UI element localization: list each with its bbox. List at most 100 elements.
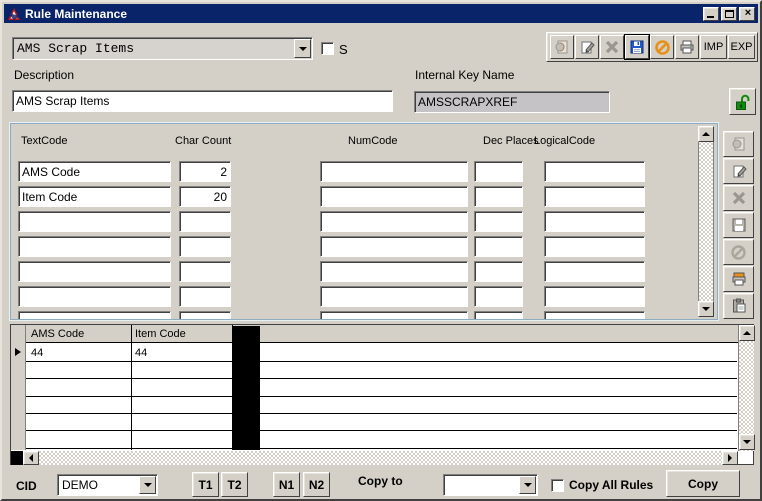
dec-places-input[interactable]: [474, 211, 523, 232]
scroll-down-button[interactable]: [739, 434, 755, 450]
text-code-input[interactable]: [18, 211, 171, 232]
text-code-input[interactable]: [18, 286, 171, 307]
minimize-button[interactable]: [703, 7, 719, 21]
window-title: Rule Maintenance: [25, 7, 127, 21]
char-count-input[interactable]: [179, 161, 231, 182]
titlebar[interactable]: Rule Maintenance ×: [4, 4, 758, 23]
cell-item-code[interactable]: 44: [135, 347, 147, 359]
cid-dropdown-button[interactable]: [139, 476, 156, 494]
save-button[interactable]: [625, 35, 649, 59]
char-count-input[interactable]: [179, 211, 231, 232]
header-char-count: Char Count: [175, 135, 231, 147]
char-count-input[interactable]: [179, 236, 231, 257]
copy-all-rules-checkbox[interactable]: [551, 479, 564, 492]
grid-save-button[interactable]: [723, 212, 754, 238]
scrollbar-track[interactable]: [39, 451, 722, 465]
column-separator: [131, 325, 132, 450]
logical-code-input[interactable]: [544, 161, 645, 182]
description-input[interactable]: [12, 90, 393, 112]
n2-button[interactable]: N2: [303, 472, 330, 497]
cancel-button[interactable]: [650, 35, 674, 59]
delete-button[interactable]: [600, 35, 624, 59]
arrow-up-icon: [743, 331, 751, 335]
text-code-input[interactable]: [18, 261, 171, 282]
copy-to-value: [444, 475, 518, 495]
grid-edit-button[interactable]: [723, 158, 754, 184]
logical-code-input[interactable]: [544, 311, 645, 320]
rule-panel-scrollbar[interactable]: [698, 126, 714, 317]
dec-places-input[interactable]: [474, 236, 523, 257]
copy-button[interactable]: Copy: [666, 470, 740, 497]
internal-key-name-label: Internal Key Name: [415, 68, 514, 82]
side-toolbar: [723, 131, 756, 321]
cid-value: DEMO: [58, 475, 138, 495]
char-count-input[interactable]: [179, 186, 231, 207]
num-code-input[interactable]: [320, 211, 468, 232]
dec-places-input[interactable]: [474, 286, 523, 307]
num-code-input[interactable]: [320, 161, 468, 182]
dec-places-input[interactable]: [474, 261, 523, 282]
maximize-button[interactable]: [721, 7, 737, 21]
s-checkbox[interactable]: [321, 42, 334, 55]
t1-button[interactable]: T1: [192, 472, 219, 497]
cid-combo[interactable]: DEMO: [57, 474, 158, 496]
n1-button[interactable]: N1: [273, 472, 300, 497]
text-code-input[interactable]: [18, 236, 171, 257]
rule-selector-dropdown-button[interactable]: [294, 39, 311, 58]
logical-code-input[interactable]: [544, 211, 645, 232]
rule-data-grid[interactable]: AMS Code Item Code 44 44: [10, 324, 754, 465]
logical-code-input[interactable]: [544, 186, 645, 207]
save-icon: [629, 39, 645, 55]
scroll-left-button[interactable]: [23, 451, 39, 465]
num-code-input[interactable]: [320, 236, 468, 257]
redacted-block: [11, 451, 23, 465]
export-button[interactable]: EXP: [728, 35, 755, 59]
scroll-up-button[interactable]: [698, 126, 714, 142]
copy-to-label: Copy to: [358, 474, 403, 488]
text-code-input[interactable]: [18, 311, 171, 320]
logical-code-input[interactable]: [544, 261, 645, 282]
num-code-input[interactable]: [320, 311, 468, 320]
num-code-input[interactable]: [320, 286, 468, 307]
grid-new-record-button[interactable]: [723, 131, 754, 157]
logical-code-input[interactable]: [544, 236, 645, 257]
copy-to-combo[interactable]: [443, 474, 538, 496]
t2-button[interactable]: T2: [221, 472, 248, 497]
num-code-input[interactable]: [320, 186, 468, 207]
scroll-down-button[interactable]: [698, 301, 714, 317]
logical-code-input[interactable]: [544, 286, 645, 307]
row-line: [26, 430, 737, 431]
import-button[interactable]: IMP: [700, 35, 727, 59]
lock-button[interactable]: [729, 88, 756, 115]
row-line: [26, 448, 737, 449]
unlocked-padlock-icon: [734, 93, 752, 111]
dec-places-input[interactable]: [474, 311, 523, 320]
char-count-input[interactable]: [179, 286, 231, 307]
copy-to-dropdown-button[interactable]: [519, 476, 536, 494]
text-code-input[interactable]: [18, 161, 171, 182]
scroll-up-button[interactable]: [739, 325, 755, 341]
print-button[interactable]: [675, 35, 699, 59]
grid-delete-button[interactable]: [723, 185, 754, 211]
close-button[interactable]: ×: [739, 7, 755, 21]
scroll-right-button[interactable]: [722, 451, 738, 465]
data-grid-vscrollbar[interactable]: [738, 325, 754, 451]
char-count-input[interactable]: [179, 311, 231, 320]
new-record-button[interactable]: [550, 35, 574, 59]
grid-paste-button[interactable]: [723, 293, 754, 319]
description-label: Description: [14, 68, 74, 82]
dec-places-input[interactable]: [474, 161, 523, 182]
grid-print-button[interactable]: [723, 266, 754, 292]
cell-ams-code[interactable]: 44: [31, 347, 43, 359]
edit-button[interactable]: [575, 35, 599, 59]
s-checkbox-label: S: [339, 42, 348, 57]
num-code-input[interactable]: [320, 261, 468, 282]
rule-selector-combo[interactable]: AMS Scrap Items: [12, 37, 313, 60]
dec-places-input[interactable]: [474, 186, 523, 207]
rule-maintenance-window: Rule Maintenance × AMS Scrap Items S: [0, 0, 762, 501]
char-count-input[interactable]: [179, 261, 231, 282]
cid-label: CID: [16, 479, 37, 493]
data-grid-hscrollbar[interactable]: [11, 451, 754, 465]
grid-cancel-button[interactable]: [723, 239, 754, 265]
text-code-input[interactable]: [18, 186, 171, 207]
